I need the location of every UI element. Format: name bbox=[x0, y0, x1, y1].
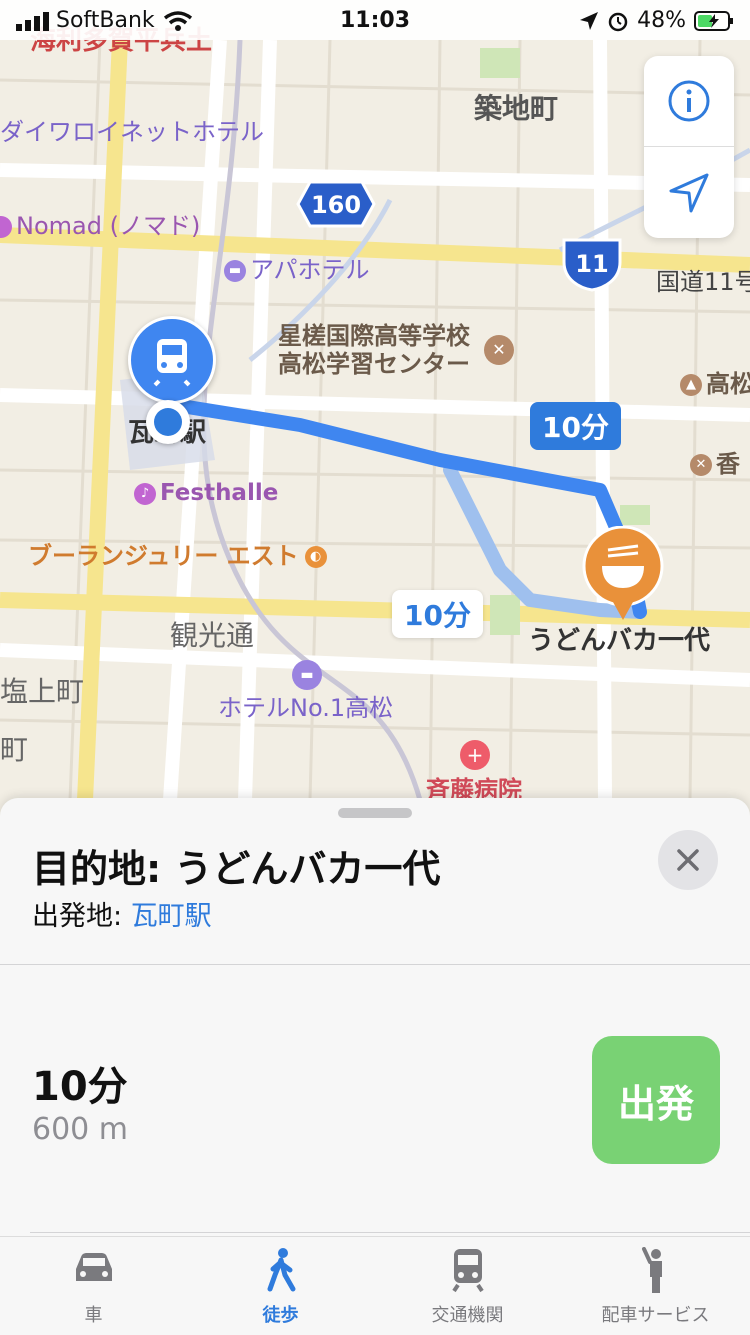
school-icon: ✕ bbox=[484, 335, 514, 365]
controls-divider bbox=[644, 146, 734, 147]
map-label-route11-road: 国道11号 bbox=[656, 268, 750, 296]
route-distance: 600 m bbox=[32, 1112, 129, 1147]
sheet-grabber[interactable] bbox=[338, 808, 412, 818]
train-icon bbox=[451, 1249, 484, 1293]
locate-button[interactable] bbox=[644, 148, 734, 238]
map-label-destination: うどんバカ一代 bbox=[528, 626, 711, 656]
map-label-school-2: 高松学習センター bbox=[278, 350, 470, 378]
close-icon bbox=[677, 849, 699, 871]
tab-car[interactable]: 車 bbox=[0, 1237, 187, 1335]
battery-icon bbox=[694, 10, 733, 31]
tab-walk-label: 徒歩 bbox=[262, 1305, 299, 1326]
car-icon bbox=[75, 1253, 112, 1281]
location-arrow-icon bbox=[669, 173, 709, 213]
battery-percent: 48% bbox=[637, 8, 686, 33]
map-label-shiogami: 塩上町 bbox=[0, 675, 85, 708]
map-label-apa: ▬ アパホテル bbox=[224, 258, 370, 282]
tab-rideshare-label: 配車サービス bbox=[601, 1305, 710, 1326]
music-icon bbox=[0, 216, 12, 238]
svg-text:160: 160 bbox=[311, 191, 361, 219]
svg-text:11: 11 bbox=[575, 250, 608, 278]
route-duration: 10分 bbox=[32, 1064, 128, 1110]
tab-rideshare[interactable]: 配車サービス bbox=[562, 1237, 749, 1335]
bread-icon: ◐ bbox=[304, 546, 327, 568]
info-button[interactable] bbox=[644, 56, 734, 146]
location-arrow-icon bbox=[580, 11, 599, 30]
origin-prefix: 出発地: bbox=[32, 901, 131, 932]
transport-mode-tabs: 車 徒歩 交通機関 配車サービス bbox=[0, 1236, 750, 1335]
tab-transit[interactable]: 交通機関 bbox=[374, 1237, 561, 1335]
hospital-icon: + bbox=[460, 740, 490, 770]
map-label-nomad: Nomad (ノマド) bbox=[0, 214, 200, 238]
map-controls bbox=[644, 56, 734, 238]
primary-route-badge[interactable]: 10分 bbox=[530, 402, 621, 450]
school-icon: ✕ bbox=[690, 454, 712, 476]
music-icon: ♪ bbox=[134, 482, 156, 505]
alternate-route-badge[interactable]: 10分 bbox=[392, 590, 483, 638]
destination-pin[interactable] bbox=[582, 526, 664, 626]
station-pin[interactable] bbox=[128, 316, 216, 404]
sheet-divider-bottom bbox=[30, 1232, 750, 1233]
map-label-boulangerie: ブーランジュリー エスト ◐ bbox=[28, 544, 331, 568]
map-label-hotel-no1: ホテルNo.1高松 bbox=[218, 694, 394, 722]
map-label-tsukiji: 築地町 bbox=[474, 92, 559, 125]
udon-bowl-icon bbox=[582, 526, 664, 620]
origin-place-link[interactable]: 瓦町駅 bbox=[131, 901, 212, 932]
tab-transit-label: 交通機関 bbox=[431, 1305, 504, 1326]
go-button[interactable]: 出発 bbox=[592, 1036, 720, 1164]
map-label-taka-right: ▲ 高松 bbox=[680, 372, 750, 396]
map-label-hotel-top: ダイワロイネットホテル bbox=[0, 118, 264, 146]
status-bar: SoftBank 11:03 48% bbox=[0, 0, 750, 40]
rideshare-icon bbox=[641, 1247, 662, 1293]
train-icon bbox=[153, 339, 191, 387]
alarm-icon bbox=[608, 12, 628, 31]
info-icon bbox=[668, 80, 710, 122]
tab-car-label: 車 bbox=[84, 1305, 103, 1326]
map-label-school-1: 星槎国際高等学校 bbox=[278, 322, 470, 350]
current-location-dot bbox=[146, 400, 190, 444]
close-button[interactable] bbox=[658, 830, 718, 890]
tab-walk[interactable]: 徒歩 bbox=[187, 1237, 374, 1335]
walk-icon bbox=[267, 1248, 295, 1292]
map-label-kou-right: ✕ 香 bbox=[690, 452, 740, 476]
map-label-machi: 町 bbox=[0, 733, 29, 766]
graduation-icon: ▲ bbox=[680, 374, 702, 396]
bed-icon: ▬ bbox=[224, 260, 246, 282]
map-label-festhalle: ♪ Festhalle bbox=[134, 482, 278, 505]
sheet-divider bbox=[0, 964, 750, 965]
destination-title: 目的地: うどんバカ一代 bbox=[32, 847, 441, 891]
bed-icon: ▬ bbox=[292, 660, 322, 690]
origin-line: 出発地: 瓦町駅 bbox=[32, 894, 212, 933]
map-label-kankodori: 観光通 bbox=[170, 619, 255, 652]
